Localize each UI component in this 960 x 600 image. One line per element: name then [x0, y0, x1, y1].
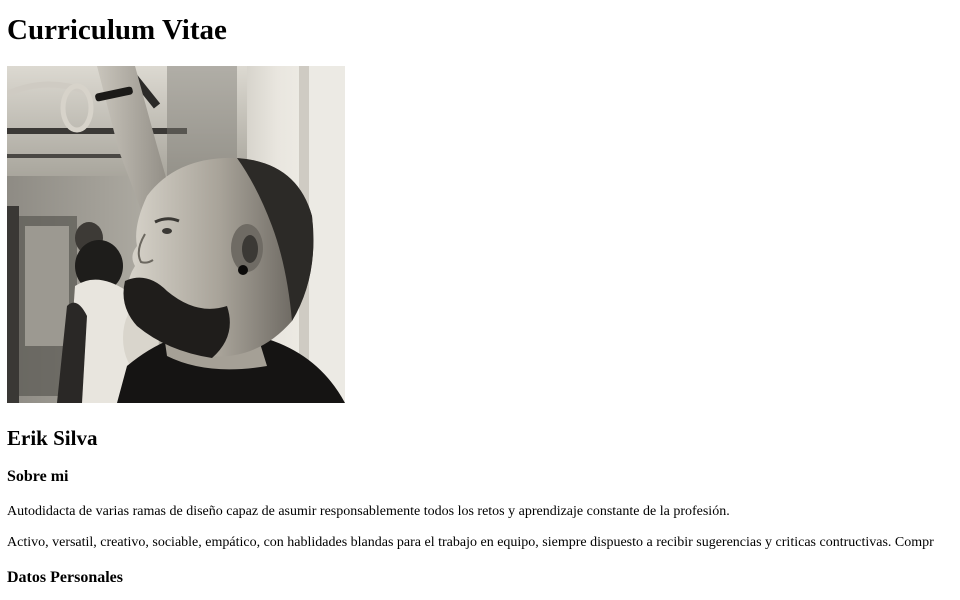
person-name: Erik Silva	[7, 426, 98, 450]
personal-data-heading: Datos Personales	[7, 569, 123, 586]
about-heading: Sobre mi	[7, 468, 69, 485]
page-title: Curriculum Vitae	[7, 14, 227, 46]
cv-page: Curriculum Vitae Erik Silva Sobre mi Aut…	[0, 0, 960, 600]
about-paragraph-1: Autodidacta de varias ramas de diseño ca…	[7, 504, 730, 519]
profile-photo	[7, 66, 345, 403]
about-paragraph-2: Activo, versatil, creativo, sociable, em…	[7, 535, 934, 550]
